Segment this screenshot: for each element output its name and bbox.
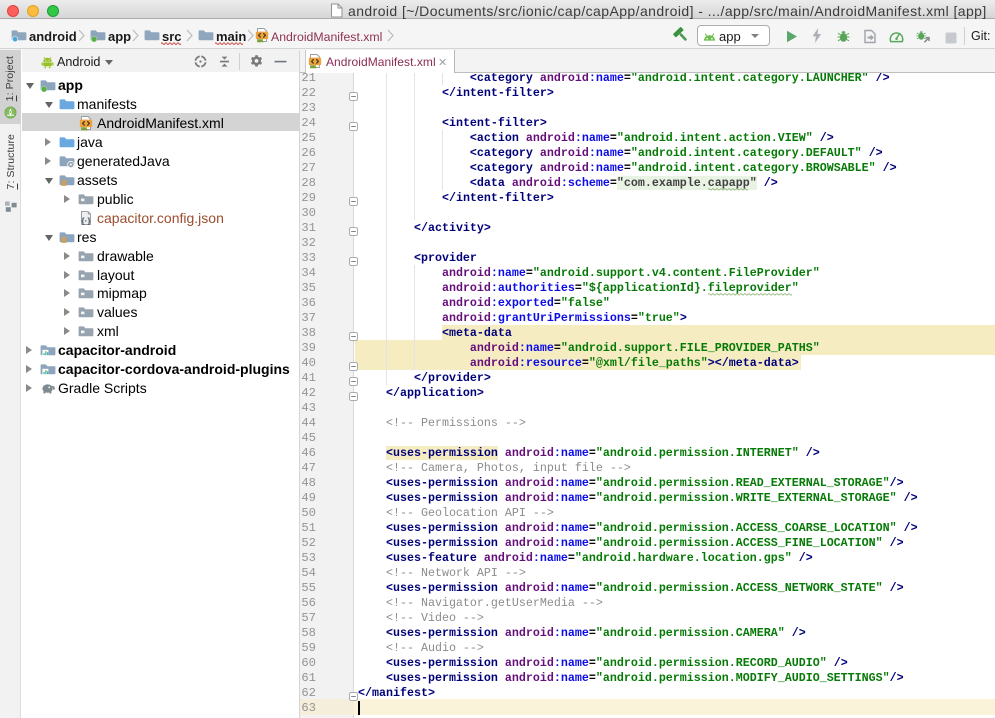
svg-text:{·}: {·} — [81, 215, 91, 225]
